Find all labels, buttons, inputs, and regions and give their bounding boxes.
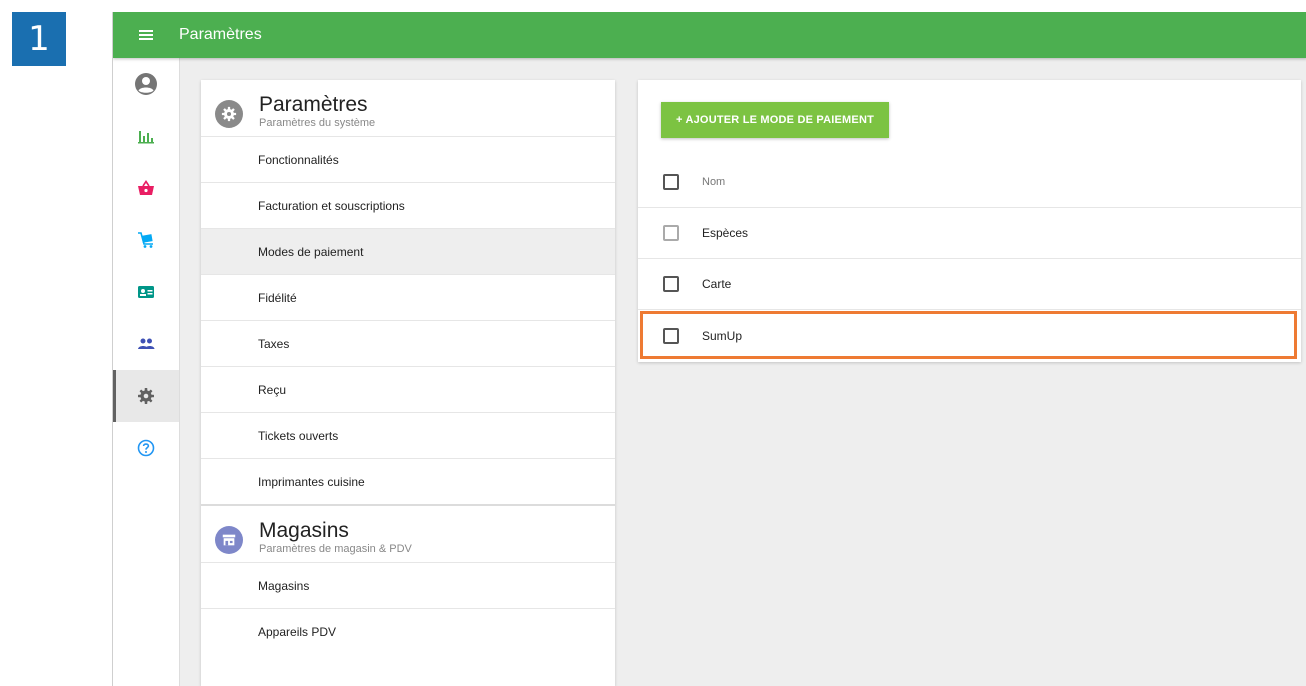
payment-type-name: Carte <box>702 277 732 291</box>
table-row[interactable]: Espèces <box>638 208 1301 259</box>
stores-section-icon <box>215 526 243 554</box>
stores-section-subtitle: Paramètres de magasin & PDV <box>259 543 412 555</box>
gear-icon <box>221 106 237 122</box>
menu-item-taxes[interactable]: Taxes <box>201 320 615 366</box>
menu-button[interactable] <box>113 12 179 58</box>
payment-types-panel: + AJOUTER LE MODE DE PAIEMENT Nom Espèce… <box>638 80 1301 362</box>
payment-type-name: SumUp <box>702 328 743 343</box>
settings-section-subtitle: Paramètres du système <box>259 117 376 129</box>
table-row[interactable]: SumUp <box>638 310 1301 361</box>
settings-section-title: Paramètres <box>259 93 368 116</box>
nav-item-reports[interactable] <box>113 110 179 162</box>
basket-icon <box>138 180 154 195</box>
gear-icon <box>138 388 154 404</box>
nav-item-items[interactable] <box>113 162 179 214</box>
people-icon <box>138 338 155 349</box>
menu-item-payment-types[interactable]: Modes de paiement <box>201 228 615 274</box>
settings-menu-list: Fonctionnalités Facturation et souscript… <box>201 136 615 504</box>
row-checkbox[interactable] <box>663 276 679 292</box>
nav-item-account[interactable] <box>113 58 179 110</box>
table-header-row: Nom <box>638 157 1301 208</box>
left-navigation <box>113 58 180 686</box>
account-circle-icon <box>135 73 157 95</box>
nav-item-employees[interactable] <box>113 318 179 370</box>
top-app-bar: Paramètres <box>113 12 1306 58</box>
table-row[interactable]: Carte <box>638 259 1301 310</box>
stores-menu-list: Magasins Appareils PDV <box>201 562 615 654</box>
payment-type-name: Espèces <box>702 226 749 240</box>
row-checkbox[interactable] <box>663 225 679 241</box>
menu-item-pos-devices[interactable]: Appareils PDV <box>201 608 615 654</box>
stores-section-title: Magasins <box>259 519 349 542</box>
settings-section-icon <box>215 100 243 128</box>
stores-section-header: Magasins Paramètres de magasin & PDV <box>201 506 615 562</box>
hamburger-menu-icon <box>139 30 153 40</box>
nav-item-inventory[interactable] <box>113 214 179 266</box>
row-checkbox[interactable] <box>663 327 679 344</box>
settings-menu-panel: Paramètres Paramètres du système Fonctio… <box>201 80 615 686</box>
nav-item-help[interactable] <box>113 422 179 474</box>
select-all-checkbox[interactable] <box>663 174 679 190</box>
menu-item-loyalty[interactable]: Fidélité <box>201 274 615 320</box>
nav-item-customers[interactable] <box>113 266 179 318</box>
id-card-icon <box>138 286 154 298</box>
store-icon <box>222 534 236 546</box>
bar-chart-icon <box>138 131 154 144</box>
menu-item-kitchen-printers[interactable]: Imprimantes cuisine <box>201 458 615 504</box>
menu-item-open-tickets[interactable]: Tickets ouverts <box>201 412 615 458</box>
cart-icon <box>138 232 153 248</box>
add-payment-type-button[interactable]: + AJOUTER LE MODE DE PAIEMENT <box>661 102 890 138</box>
menu-item-receipt[interactable]: Reçu <box>201 366 615 412</box>
column-header-name: Nom <box>702 176 726 188</box>
page-title: Paramètres <box>179 26 262 43</box>
menu-item-features[interactable]: Fonctionnalités <box>201 136 615 182</box>
help-icon <box>137 439 155 457</box>
menu-item-billing[interactable]: Facturation et souscriptions <box>201 182 615 228</box>
nav-item-settings[interactable] <box>113 370 179 422</box>
app-window: Paramètres Paramètres Paramètres du syst… <box>112 12 1306 686</box>
settings-section-header: Paramètres Paramètres du système <box>201 80 615 136</box>
menu-item-stores[interactable]: Magasins <box>201 562 615 608</box>
step-number-badge: 1 <box>12 12 66 66</box>
